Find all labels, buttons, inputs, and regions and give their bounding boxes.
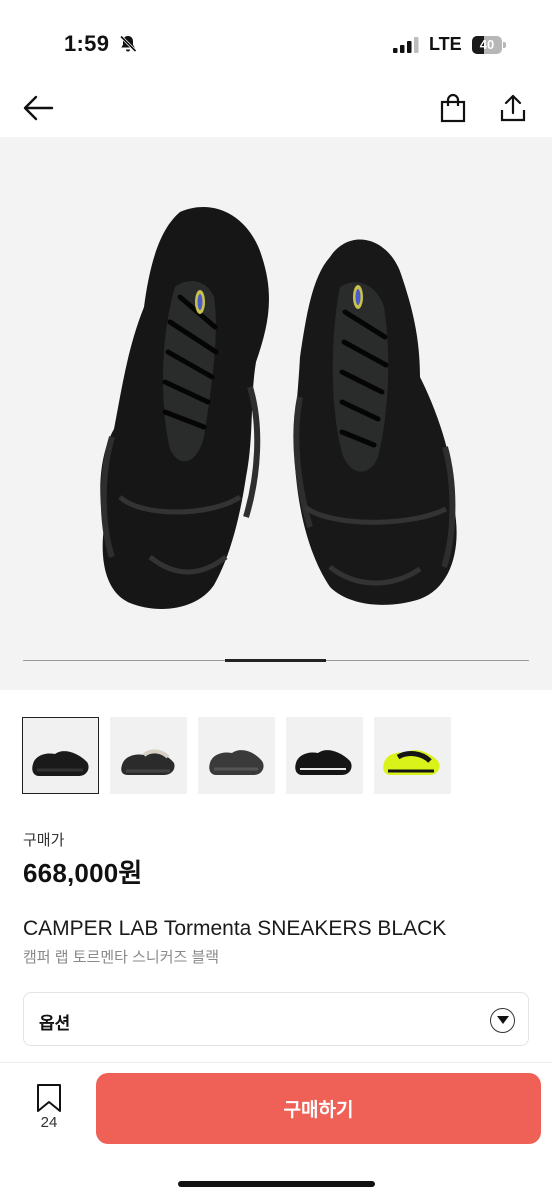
buy-button[interactable]: 구매하기 bbox=[96, 1073, 541, 1144]
thumbnail-1[interactable] bbox=[22, 717, 99, 794]
product-title: CAMPER LAB Tormenta SNEAKERS BLACK bbox=[23, 917, 447, 940]
product-image bbox=[100, 207, 457, 609]
battery-icon: 40 bbox=[472, 36, 506, 54]
bookmark-button[interactable]: 24 bbox=[28, 1083, 72, 1135]
bottom-divider bbox=[0, 1062, 552, 1063]
price-label: 구매가 bbox=[23, 832, 65, 849]
chevron-down-icon bbox=[490, 1008, 515, 1033]
status-time: 1:59 bbox=[64, 31, 110, 56]
carousel-indicator bbox=[225, 659, 326, 662]
thumbnail-4[interactable] bbox=[286, 717, 363, 794]
bookmark-count: 24 bbox=[40, 1114, 58, 1131]
top-navigation bbox=[0, 80, 552, 136]
status-bar: 1:59 LTE 40 bbox=[0, 0, 552, 80]
thumbnail-strip bbox=[22, 717, 532, 794]
thumbnail-3[interactable] bbox=[198, 717, 275, 794]
price: 668,000원 bbox=[23, 858, 143, 888]
arrow-left-icon[interactable] bbox=[18, 88, 58, 128]
option-label: 옵션 bbox=[39, 1014, 71, 1033]
product-subtitle: 캠퍼 랩 토르멘타 스니커즈 블랙 bbox=[23, 949, 220, 966]
battery-level: 40 bbox=[479, 37, 495, 52]
share-icon[interactable] bbox=[493, 88, 533, 128]
thumbnail-2[interactable] bbox=[110, 717, 187, 794]
bookmark-icon bbox=[37, 1084, 61, 1112]
signal-icon bbox=[393, 37, 419, 53]
option-select[interactable]: 옵션 bbox=[23, 992, 529, 1046]
bell-slash-icon bbox=[118, 34, 138, 54]
shopping-bag-icon[interactable] bbox=[433, 88, 473, 128]
home-indicator bbox=[178, 1181, 375, 1187]
network-label: LTE bbox=[429, 34, 462, 54]
thumbnail-5[interactable] bbox=[374, 717, 451, 794]
product-image-carousel[interactable] bbox=[0, 137, 552, 690]
